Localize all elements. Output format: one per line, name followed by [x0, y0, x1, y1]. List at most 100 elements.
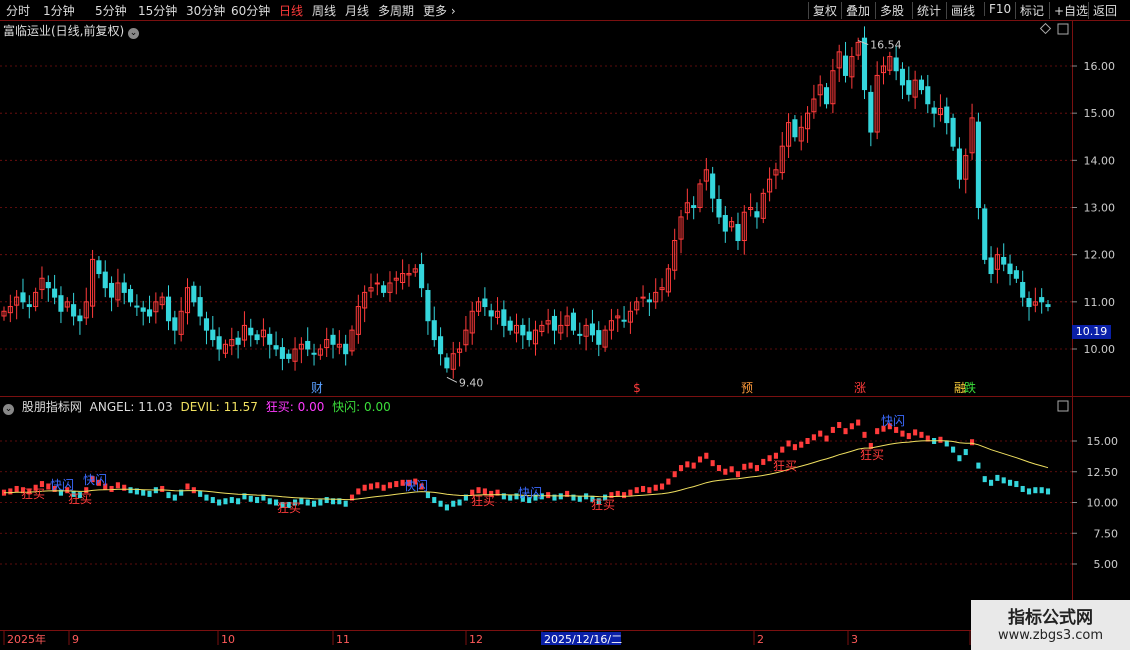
window-toggle-icon	[1057, 23, 1069, 35]
time-axis-label: 10	[221, 633, 235, 646]
indicator-y-tick-label: 5.00	[1094, 558, 1119, 571]
candle-body	[621, 319, 627, 322]
candle-body	[172, 317, 178, 331]
indicator-bar	[640, 485, 646, 492]
buy-signal-label: 狂买	[277, 501, 301, 515]
candle-body	[286, 353, 292, 359]
indicator-bar	[444, 504, 449, 511]
indicator-bar	[780, 446, 785, 453]
indicator-bar	[368, 483, 374, 490]
indicator-bar	[742, 463, 747, 470]
flash-signal-label: 快闪	[50, 478, 74, 492]
indicator-bar	[476, 487, 481, 494]
candle-body	[210, 329, 216, 341]
main-y-tick-label: 13.00	[1084, 202, 1116, 215]
indicator-bar	[109, 485, 114, 492]
time-axis-label: 9	[72, 633, 79, 646]
indicator-bar	[628, 489, 633, 496]
buy-signal-label: 狂买	[591, 498, 615, 512]
indicator-bar	[305, 499, 310, 506]
indicator-bar	[1014, 481, 1019, 488]
indicator-bar	[805, 438, 810, 444]
low-label: 9.40	[459, 376, 484, 389]
indicator-bar	[343, 500, 348, 507]
chart-canvas[interactable]: 16.00 15.00 14.00 13.00 12.00 11.00 10.00 16.54…	[0, 0, 1130, 650]
candle-body	[26, 304, 32, 308]
time-axis-label: 11	[336, 633, 350, 646]
candle-body	[482, 298, 488, 308]
flash-signal-label: 快闪	[404, 479, 428, 493]
indicator-bar	[786, 440, 791, 447]
candle-body	[551, 315, 558, 331]
main-y-tick-label: 14.00	[1084, 154, 1116, 167]
indicator-bar	[457, 499, 462, 506]
indicator-bar	[210, 497, 215, 504]
indicator-bar	[672, 471, 677, 478]
indicator-bar	[970, 439, 975, 446]
candle-body	[134, 305, 140, 308]
candle-body	[444, 357, 450, 369]
indicator-bar	[754, 465, 760, 472]
indicator-bar	[217, 499, 222, 506]
candle-body	[589, 323, 595, 336]
indicator-bar	[982, 476, 987, 483]
indicator-bar	[843, 428, 848, 435]
indicator-bar	[1007, 479, 1013, 486]
indicator-bar	[115, 482, 120, 489]
indicator-bar	[830, 426, 835, 433]
time-axis-label: 2	[757, 633, 764, 646]
candle-body	[710, 173, 716, 199]
indicator-bar	[1020, 485, 1025, 492]
indicator-bar	[1033, 487, 1038, 494]
candle-body	[197, 297, 203, 317]
indicator-bar	[1026, 488, 1032, 495]
candle-body	[716, 198, 722, 218]
main-y-tick-label: 12.00	[1084, 249, 1116, 262]
indicator-bar	[634, 487, 639, 494]
candle-body	[842, 55, 849, 76]
chevron-down-icon[interactable]: ⌄	[128, 28, 140, 39]
candle-body	[374, 282, 380, 285]
candle-body	[577, 333, 583, 336]
flash-signal-label: 快闪	[518, 486, 542, 500]
indicator-bar	[198, 490, 203, 497]
indicator-bar	[622, 492, 627, 499]
candle-body	[1039, 297, 1045, 303]
time-axis-label: 3	[851, 633, 858, 646]
indicator-bar	[951, 446, 956, 453]
indicator-bar	[938, 436, 943, 443]
indicator-bar	[223, 498, 228, 505]
indicator-bar	[811, 434, 816, 441]
candle-body	[988, 257, 994, 275]
indicator-bar	[1039, 487, 1044, 494]
indicator-bar	[375, 482, 380, 489]
flash-value: 快闪: 0.00	[332, 400, 391, 414]
main-y-tick-label: 15.00	[1084, 107, 1116, 120]
candle-body	[102, 271, 108, 289]
indicator-bar	[697, 456, 703, 463]
candle-body	[71, 304, 77, 317]
indicator-bar	[900, 430, 905, 437]
indicator-bar	[248, 495, 253, 502]
time-axis-label: 2025年	[7, 632, 46, 646]
candle-body	[823, 87, 830, 105]
candle-body	[950, 117, 956, 147]
indicator-bar	[824, 435, 829, 442]
candle-body	[488, 310, 494, 317]
indicator-bar	[818, 430, 823, 437]
indicator-bar	[735, 471, 741, 478]
indicator-bar	[837, 422, 842, 429]
main-y-tick-label: 16.00	[1084, 60, 1116, 73]
indicator-bar	[1045, 488, 1051, 495]
chart-title[interactable]: 富临运业(日线,前复权) ⌄	[3, 22, 140, 39]
indicator-menu-icon[interactable]: ⌄	[3, 404, 14, 415]
candles	[1, 26, 1051, 379]
indicator-bar	[957, 455, 962, 462]
indicator-bar	[659, 483, 665, 490]
candle-body	[596, 330, 602, 345]
candle-body	[899, 68, 906, 86]
indicator-bar	[425, 492, 430, 499]
indicator-bar	[147, 490, 152, 497]
candle-body	[722, 215, 728, 232]
indicator-name: 股朋指标网	[21, 400, 82, 414]
